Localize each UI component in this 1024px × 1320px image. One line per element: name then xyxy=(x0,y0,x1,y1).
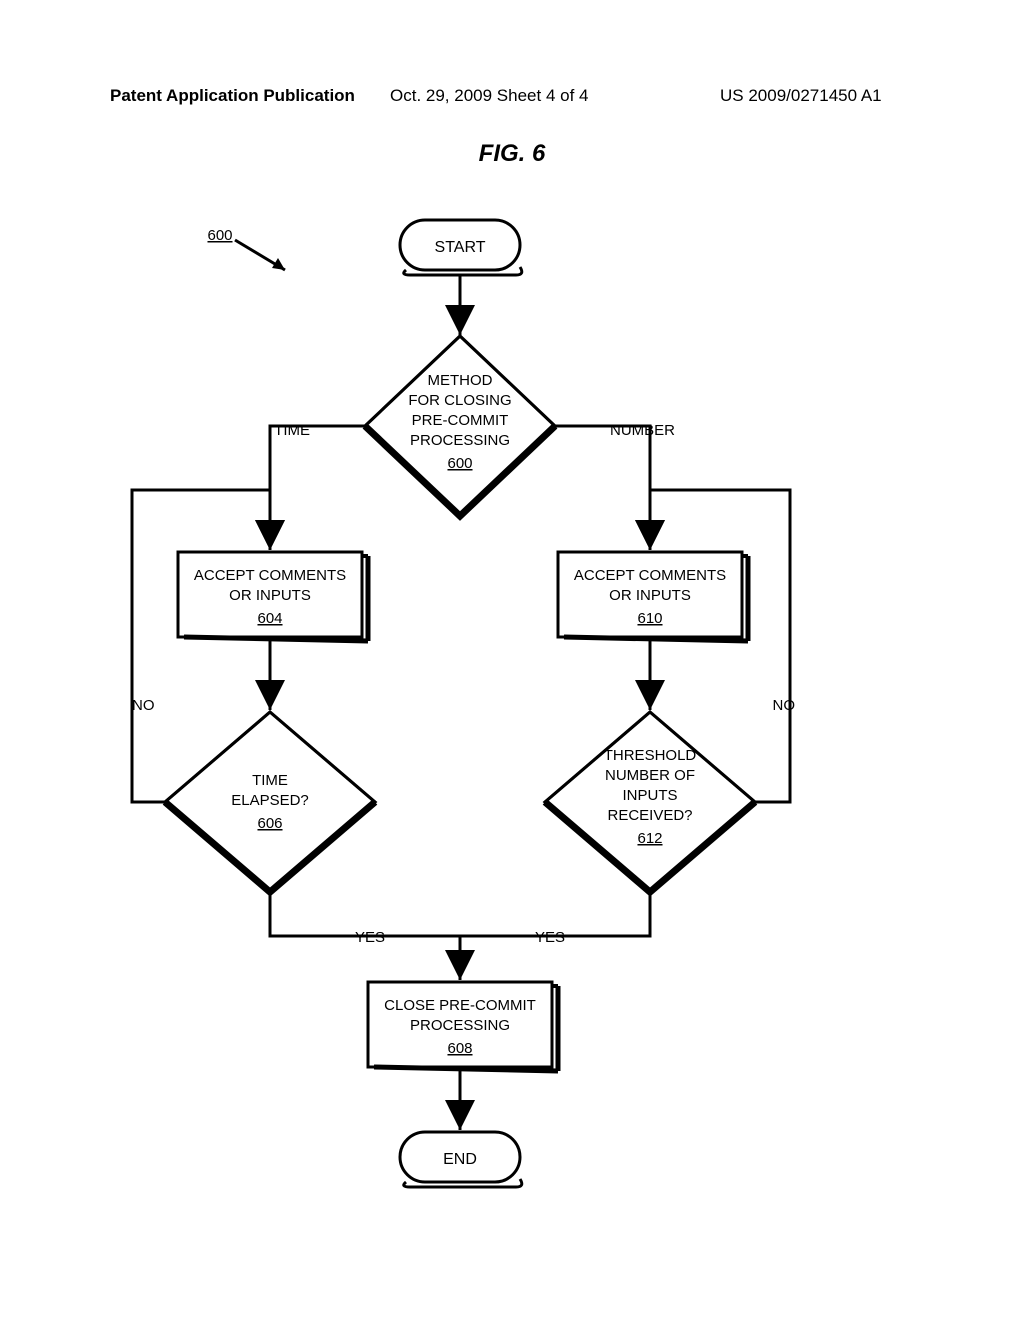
decision-left-node: TIME ELAPSED? 606 xyxy=(165,712,375,892)
header-left: Patent Application Publication xyxy=(110,86,355,106)
svg-text:610: 610 xyxy=(637,610,662,627)
svg-text:NUMBER OF: NUMBER OF xyxy=(605,767,695,784)
svg-text:METHOD: METHOD xyxy=(428,372,493,389)
flowchart-ref-label: 600 xyxy=(207,227,232,244)
svg-text:THRESHOLD: THRESHOLD xyxy=(604,747,697,764)
svg-text:TIME: TIME xyxy=(252,772,288,789)
svg-text:INPUTS: INPUTS xyxy=(622,787,677,804)
header-right: US 2009/0271450 A1 xyxy=(720,86,882,106)
svg-text:604: 604 xyxy=(257,610,282,627)
svg-text:ACCEPT COMMENTS: ACCEPT COMMENTS xyxy=(194,567,346,584)
end-label: END xyxy=(443,1151,477,1168)
process-right-node: ACCEPT COMMENTS OR INPUTS 610 xyxy=(558,552,748,641)
decision-right-node: THRESHOLD NUMBER OF INPUTS RECEIVED? 612 xyxy=(545,712,755,892)
svg-text:PRE-COMMIT: PRE-COMMIT xyxy=(412,412,509,429)
svg-text:ELAPSED?: ELAPSED? xyxy=(231,792,309,809)
svg-text:CLOSE PRE-COMMIT: CLOSE PRE-COMMIT xyxy=(384,997,536,1014)
svg-text:PROCESSING: PROCESSING xyxy=(410,1017,510,1034)
no-right-label: NO xyxy=(773,697,796,714)
start-node: START xyxy=(400,220,522,275)
svg-text:612: 612 xyxy=(637,830,662,847)
close-node: CLOSE PRE-COMMIT PROCESSING 608 xyxy=(368,982,558,1071)
svg-text:RECEIVED?: RECEIVED? xyxy=(607,807,692,824)
flowchart-svg: 600 START METHOD FOR CLOSING PRE-COMMIT … xyxy=(100,200,920,1250)
figure-title: FIG. 6 xyxy=(0,140,1024,168)
process-left-node: ACCEPT COMMENTS OR INPUTS 604 xyxy=(178,552,368,641)
svg-text:PROCESSING: PROCESSING xyxy=(410,432,510,449)
svg-text:OR INPUTS: OR INPUTS xyxy=(609,587,691,604)
svg-text:600: 600 xyxy=(447,455,472,472)
svg-text:OR INPUTS: OR INPUTS xyxy=(229,587,311,604)
no-left-label: NO xyxy=(132,697,155,714)
svg-text:606: 606 xyxy=(257,815,282,832)
svg-text:608: 608 xyxy=(447,1040,472,1057)
page-container: Patent Application Publication Oct. 29, … xyxy=(0,0,1024,1320)
start-label: START xyxy=(435,239,486,256)
header-center: Oct. 29, 2009 Sheet 4 of 4 xyxy=(390,86,588,106)
decision-method-node: METHOD FOR CLOSING PRE-COMMIT PROCESSING… xyxy=(365,336,555,516)
svg-text:FOR CLOSING: FOR CLOSING xyxy=(408,392,511,409)
svg-text:ACCEPT COMMENTS: ACCEPT COMMENTS xyxy=(574,567,726,584)
end-node: END xyxy=(400,1132,522,1187)
